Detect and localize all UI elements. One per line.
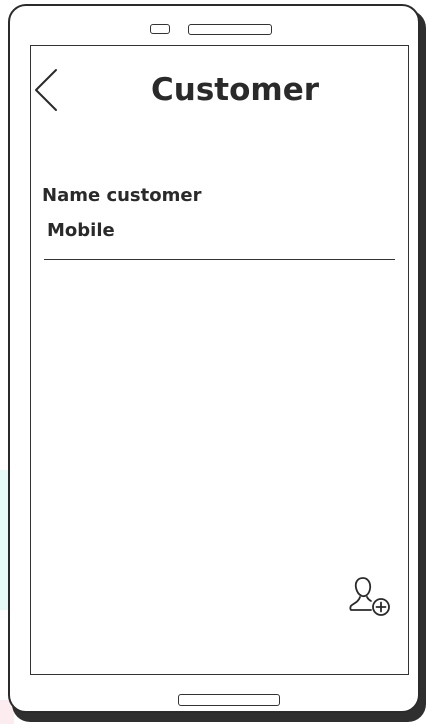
mobile-label: Mobile: [47, 220, 115, 241]
back-button[interactable]: [32, 68, 60, 112]
name-customer-label: Name customer: [42, 185, 202, 206]
add-user-button[interactable]: [347, 573, 393, 619]
page: Customer Name customer Mobile: [0, 0, 427, 724]
camera-icon: [150, 24, 170, 34]
divider: [44, 259, 395, 260]
add-user-icon: [349, 577, 390, 616]
speaker-icon: [188, 24, 272, 35]
page-title: Customer: [151, 72, 320, 108]
chevron-left-icon: [35, 69, 57, 111]
home-button[interactable]: [178, 694, 280, 706]
